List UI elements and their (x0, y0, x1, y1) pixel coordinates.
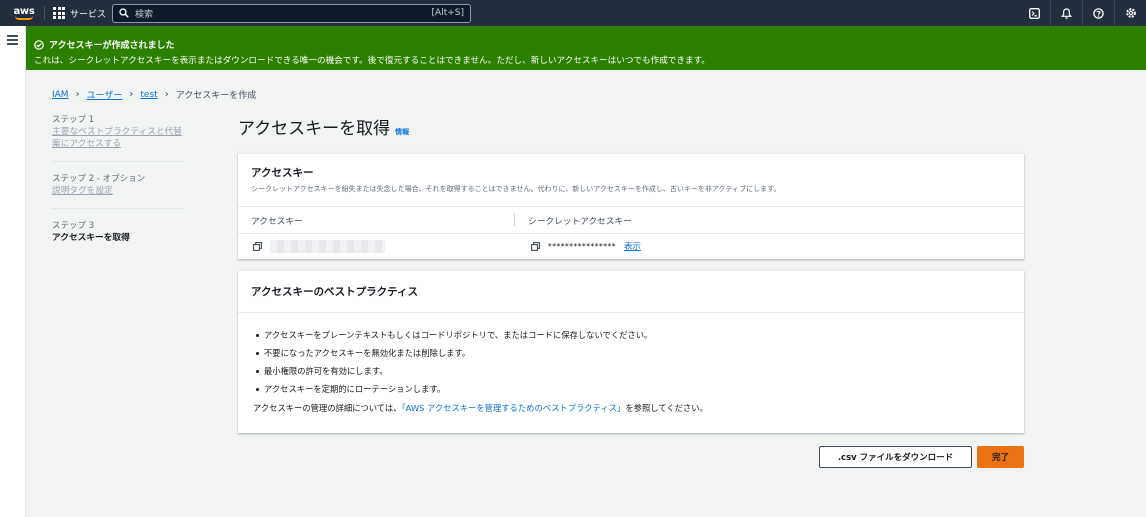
page-header: アクセスキーを取得 情報 (238, 114, 409, 139)
success-check-icon (34, 39, 44, 50)
search-input[interactable]: 検索 [Alt+S] (112, 3, 472, 23)
side-rail (0, 26, 26, 517)
list-item: アクセスキーを定期的にローテーションします。 (255, 380, 1007, 398)
success-flash-banner: アクセスキーが作成されました これは、シークレットアクセスキーを表示またはダウン… (26, 26, 1146, 70)
footer-text-pre: アクセスキーの管理の詳細については、 (253, 403, 402, 413)
page-title: アクセスキーを取得 (238, 119, 391, 139)
grid-icon (53, 7, 65, 19)
services-label: サービス (70, 9, 107, 20)
access-key-panel-description: シークレットアクセスキーを紛失または失念した場合、それを取得することはできません… (251, 185, 781, 193)
wizard-steps: ステップ 1 主要なベストプラクティスと代替案にアクセスする ステップ 2 - … (52, 114, 184, 266)
help-icon[interactable] (1082, 0, 1114, 26)
breadcrumb-current: アクセスキーを作成 (175, 91, 257, 101)
search-shortcut: [Alt+S] (431, 8, 465, 18)
info-link[interactable]: 情報 (395, 127, 409, 137)
copy-icon[interactable] (253, 242, 262, 251)
footer-text-post: を参照してください。 (625, 403, 708, 413)
flash-message: これは、シークレットアクセスキーを表示またはダウンロードできる唯一の機会です。後… (34, 56, 710, 66)
cloudshell-icon[interactable] (1018, 0, 1050, 26)
best-practices-doc-link[interactable]: 「AWS アクセスキーを管理するためのベストプラクティス」 (402, 403, 626, 413)
search-placeholder: 検索 (135, 9, 154, 20)
download-csv-button[interactable]: .csv ファイルをダウンロード (819, 446, 972, 468)
column-divider (514, 213, 515, 226)
column-header-access-key: アクセスキー (251, 217, 303, 227)
best-practices-footer: アクセスキーの管理の詳細については、「AWS アクセスキーを管理するためのベスト… (253, 401, 1007, 415)
copy-icon[interactable] (531, 241, 540, 251)
breadcrumb: IAM › ユーザー › test › アクセスキーを作成 (52, 88, 256, 101)
menu-icon[interactable] (7, 35, 18, 47)
nav-divider (44, 6, 45, 20)
secret-key-cell: **************** 表示 (531, 240, 641, 252)
divider (238, 233, 1024, 234)
notifications-icon[interactable] (1050, 0, 1082, 26)
list-item: 不要になったアクセスキーを無効化または削除します。 (255, 344, 1007, 362)
divider (238, 206, 1024, 207)
top-navigation: aws サービス 検索 [Alt+S] (0, 0, 1146, 26)
chevron-right-icon: › (129, 89, 134, 100)
breadcrumb-test-user[interactable]: test (140, 90, 157, 100)
access-key-panel: アクセスキー シークレットアクセスキーを紛失または失念した場合、それを取得するこ… (238, 153, 1024, 259)
step-current-label: アクセスキーを取得 (52, 233, 130, 243)
aws-smile-icon (15, 16, 33, 20)
access-key-value-redacted (270, 240, 385, 253)
show-secret-link[interactable]: 表示 (624, 240, 641, 252)
list-item: 最小権限の許可を有効にします。 (255, 362, 1007, 380)
step-link-description-tag[interactable]: 説明タグを設定 (52, 185, 184, 197)
column-header-secret-key: シークレットアクセスキー (528, 217, 632, 227)
settings-icon[interactable] (1114, 0, 1146, 26)
step-link-best-practices[interactable]: 主要なベストプラクティスと代替案にアクセスする (52, 126, 184, 150)
best-practices-title: アクセスキーのベストプラクティス (251, 286, 419, 298)
nav-right-icons (1018, 0, 1146, 26)
flash-title: アクセスキーが作成されました (49, 41, 175, 51)
chevron-right-icon: › (75, 89, 80, 100)
wizard-step-1: ステップ 1 主要なベストプラクティスと代替案にアクセスする (52, 114, 184, 162)
list-item: アクセスキーをプレーンテキストもしくはコードリポジトリで、またはコードに保存しな… (255, 326, 1007, 344)
wizard-step-3: ステップ 3 アクセスキーを取得 (52, 220, 184, 255)
services-menu-button[interactable]: サービス (53, 7, 106, 20)
best-practices-list: アクセスキーをプレーンテキストもしくはコードリポジトリで、またはコードに保存しな… (255, 326, 1007, 398)
access-key-cell (253, 240, 385, 253)
best-practices-panel: アクセスキーのベストプラクティス アクセスキーをプレーンテキストもしくはコードリ… (238, 270, 1024, 433)
secret-key-masked: **************** (548, 241, 616, 251)
breadcrumb-iam[interactable]: IAM (52, 90, 69, 100)
access-key-panel-title: アクセスキー (251, 167, 314, 179)
step-number: ステップ 1 (52, 115, 95, 125)
breadcrumb-users[interactable]: ユーザー (87, 88, 123, 101)
search-icon (119, 8, 129, 18)
chevron-right-icon: › (164, 89, 169, 100)
step-number: ステップ 3 (52, 221, 95, 231)
step-number: ステップ 2 - オプション (52, 174, 146, 184)
done-button[interactable]: 完了 (977, 446, 1024, 468)
aws-logo[interactable]: aws (8, 0, 40, 26)
wizard-step-2: ステップ 2 - オプション 説明タグを設定 (52, 173, 184, 209)
